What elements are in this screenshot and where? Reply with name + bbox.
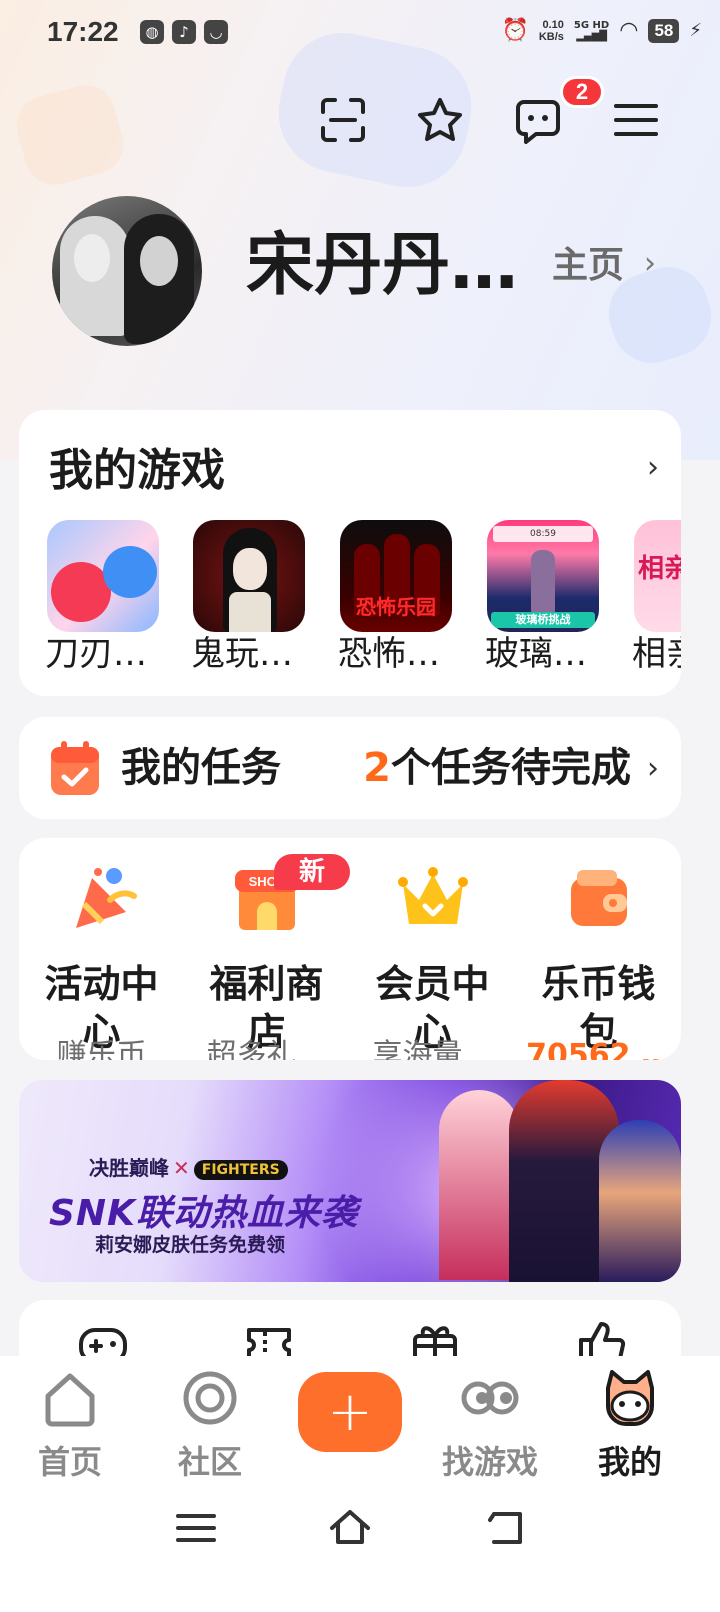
net-speed-value: 0.10	[542, 18, 564, 31]
game-thumb-text: 恐怖乐园	[356, 595, 436, 619]
task-count: 2	[363, 745, 391, 791]
game-item[interactable]: 相亲 相亲	[632, 520, 681, 674]
tab-label: 找游戏	[441, 1443, 538, 1481]
game-item[interactable]: 刀刃…	[45, 520, 165, 674]
my-tasks-card[interactable]: 我的任务 2个任务待完成 ›	[19, 717, 681, 819]
promo-banner[interactable]: 决胜巅峰 ✕ FIGHTERS SNK联动热血来袭 莉安娜皮肤任务免费领	[19, 1080, 681, 1282]
games-list: 刀刃… 鬼玩… 恐怖乐园 恐怖… 08:59 玻璃桥挑战 玻璃… 相亲 相亲	[45, 520, 681, 696]
banner-cross: ✕	[173, 1156, 190, 1180]
game-thumb-text: 相亲	[638, 554, 681, 584]
service-subtitle: 超多礼…	[206, 1038, 327, 1060]
game-icon	[193, 520, 305, 632]
tab-find-games[interactable]: 找游戏	[420, 1368, 560, 1482]
game-name: 玻璃…	[485, 634, 587, 674]
game-icon	[47, 520, 159, 632]
game-thumb-hud: 08:59	[493, 526, 593, 542]
my-tasks-title: 我的任务	[121, 745, 281, 791]
banner-title: SNK联动热血来袭	[49, 1193, 358, 1234]
bottom-tab-bar: 首页 社区 + 找游戏 我的	[0, 1356, 720, 1612]
game-item[interactable]: 恐怖乐园 恐怖…	[338, 520, 458, 674]
banner-subtitle: 莉安娜皮肤任务免费领	[95, 1234, 286, 1256]
game-thumb-text: 玻璃桥挑战	[491, 612, 595, 628]
menu-icon[interactable]	[612, 96, 660, 144]
coin-wallet-button[interactable]: 乐币钱包	[516, 864, 681, 1056]
chevron-right-icon[interactable]: ›	[647, 450, 659, 485]
system-nav-bar	[0, 1492, 720, 1562]
wallet-icon	[570, 870, 627, 926]
game-icon: 相亲	[634, 520, 681, 632]
welfare-shop-button[interactable]: SHOP 福利商店	[184, 864, 349, 1056]
signal-indicator: 5G HD ▂▄▆█	[574, 20, 609, 42]
chevron-right-icon[interactable]: ›	[644, 246, 656, 281]
charging-icon: ⚡	[689, 20, 702, 41]
game-name: 鬼玩…	[191, 634, 293, 674]
status-right: ⏰ 0.10 KB/s 5G HD ▂▄▆█ ◠ 58 ⚡	[501, 18, 702, 43]
banner-logo-text: 决胜巅峰	[89, 1156, 169, 1180]
net-speed: 0.10 KB/s	[539, 19, 564, 43]
recent-apps-icon[interactable]	[174, 1506, 218, 1550]
crown-icon	[397, 867, 468, 924]
coin-balance: 70562 …	[526, 1038, 671, 1060]
game-item[interactable]: 鬼玩…	[191, 520, 311, 674]
back-icon[interactable]	[484, 1506, 528, 1550]
homepage-link[interactable]: 主页	[552, 244, 624, 288]
calendar-check-icon	[51, 741, 99, 795]
avatar[interactable]	[52, 196, 202, 346]
game-name: 相亲	[632, 634, 681, 674]
tab-label: 我的	[597, 1443, 662, 1481]
banner-character	[599, 1120, 681, 1282]
wifi-icon: ◠	[619, 18, 639, 43]
member-center-button[interactable]: 会员中心	[350, 864, 515, 1056]
community-icon	[183, 1371, 237, 1425]
task-status: 2个任务待完成	[363, 745, 631, 791]
notification-icons: ◍ ♪ ◡	[140, 20, 228, 44]
tab-label: 社区	[177, 1443, 242, 1481]
chevron-right-icon[interactable]: ›	[647, 751, 659, 786]
home-nav-icon[interactable]	[328, 1506, 372, 1550]
banner-character	[439, 1090, 519, 1280]
service-subtitle: 赚乐币	[56, 1038, 147, 1060]
create-button[interactable]: +	[298, 1372, 402, 1452]
app-notification-icon: ◡	[204, 20, 228, 44]
status-bar: 17:22 ◍ ♪ ◡ ⏰ 0.10 KB/s 5G HD ▂▄▆█ ◠ 58 …	[0, 0, 720, 66]
signal-bars-icon: ▂▄▆█	[576, 30, 607, 42]
star-icon[interactable]	[416, 96, 464, 144]
party-popper-icon	[75, 868, 137, 928]
app-notification-icon: ◍	[140, 20, 164, 44]
battery-level: 58	[648, 18, 680, 43]
scan-icon[interactable]	[319, 96, 367, 144]
alarm-icon: ⏰	[501, 18, 529, 43]
net-speed-unit: KB/s	[538, 30, 564, 43]
services-card: 活动中心 SHOP 福利商店 会员中心 乐币钱包 赚乐币 超多礼… 享海量… 7…	[19, 838, 681, 1060]
my-games-card: 我的游戏 › 刀刃… 鬼玩… 恐怖乐园 恐怖… 08:59 玻璃桥挑战 玻璃…	[19, 410, 681, 696]
tiktok-notification-icon: ♪	[172, 20, 196, 44]
banner-partner-logo: FIGHTERS	[193, 1159, 288, 1180]
game-icon: 08:59 玻璃桥挑战	[487, 520, 599, 632]
tab-label: 首页	[37, 1443, 102, 1481]
new-badge: 新	[274, 854, 350, 890]
status-time: 17:22	[47, 16, 119, 47]
cat-mascot-icon	[606, 1370, 654, 1426]
service-subtitle: 享海量…	[372, 1038, 493, 1060]
tab-community[interactable]: 社区	[140, 1368, 280, 1482]
message-badge: 2	[560, 76, 604, 108]
user-name: 宋丹丹…	[246, 226, 519, 305]
task-status-text: 个任务待完成	[391, 745, 631, 791]
top-actions	[0, 96, 720, 144]
home-icon	[45, 1373, 95, 1427]
banner-logo: 决胜巅峰 ✕ FIGHTERS	[89, 1152, 288, 1181]
my-games-title: 我的游戏	[49, 445, 225, 496]
signal-label: 5G HD	[573, 19, 610, 31]
tab-home[interactable]: 首页	[0, 1368, 140, 1482]
message-icon[interactable]	[514, 96, 562, 144]
game-item[interactable]: 08:59 玻璃桥挑战 玻璃…	[485, 520, 605, 674]
game-name: 恐怖…	[338, 634, 440, 674]
tab-me[interactable]: 我的	[560, 1368, 700, 1482]
game-name: 刀刃…	[45, 634, 147, 674]
game-icon: 恐怖乐园	[340, 520, 452, 632]
activity-center-button[interactable]: 活动中心	[19, 864, 184, 1056]
binoculars-icon	[461, 1381, 519, 1415]
